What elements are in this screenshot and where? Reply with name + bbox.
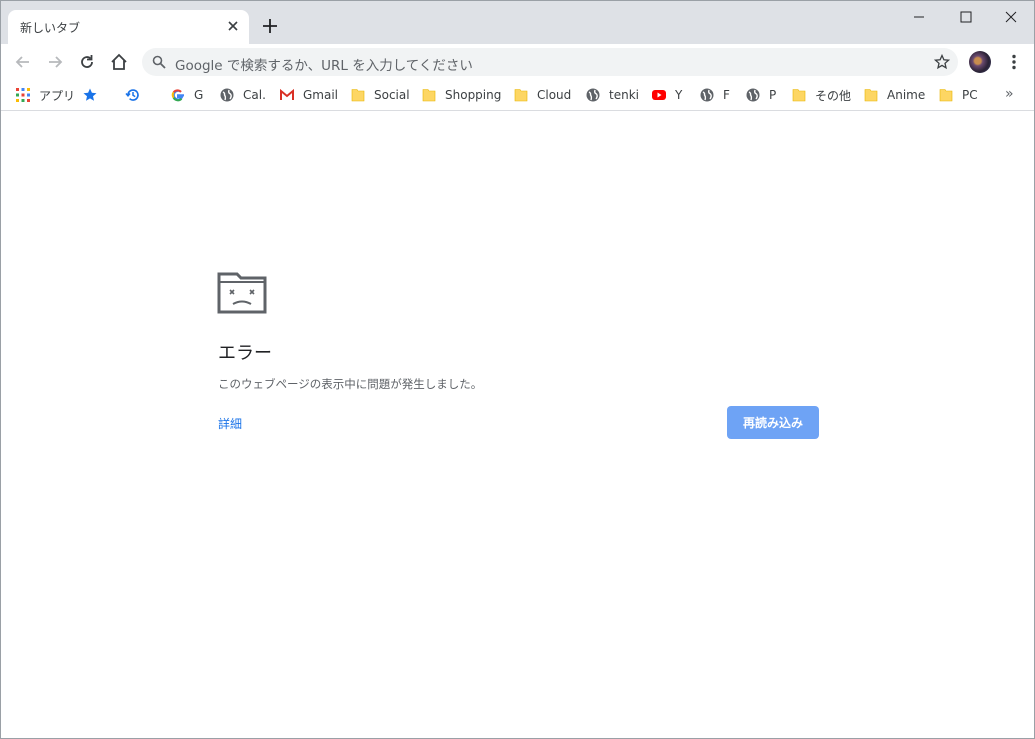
profile-avatar[interactable] xyxy=(969,51,991,73)
bookmark-label: その他 xyxy=(815,88,852,103)
tab-title: 新しいタブ xyxy=(20,21,81,35)
new-tab-icon[interactable] xyxy=(261,17,279,35)
minimize-icon[interactable] xyxy=(909,7,929,27)
youtube-icon xyxy=(652,90,666,100)
details-link[interactable]: 詳細 xyxy=(218,415,242,432)
browser-window: 新しいタブ Google で検索するか、URL を入力してください アプリ G … xyxy=(0,0,1035,739)
bookmark-apps[interactable]: アプリ xyxy=(15,86,75,104)
google-icon xyxy=(171,89,184,102)
globe-icon xyxy=(746,88,760,102)
bookmark-label: P xyxy=(769,88,777,102)
page-content: エラー このウェブページの表示中に問題が発生しました。 詳細 再読み込み xyxy=(1,112,1034,738)
bookmark-folder[interactable]: その他 xyxy=(791,86,851,104)
star-icon xyxy=(83,88,97,101)
globe-icon xyxy=(700,88,714,102)
bookmark-label: アプリ xyxy=(39,88,76,103)
bookmark-label: Anime xyxy=(887,88,926,102)
back-icon[interactable] xyxy=(13,52,33,72)
bookmark-folder[interactable]: Shopping xyxy=(421,86,501,104)
address-bar-placeholder: Google で検索するか、URL を入力してください xyxy=(175,58,473,74)
bookmark-star-icon[interactable] xyxy=(934,54,950,70)
bookmark-item[interactable]: Y xyxy=(651,86,682,104)
gmail-icon xyxy=(280,88,294,100)
folder-icon xyxy=(422,89,436,102)
bookmark-label: PC xyxy=(962,88,978,102)
bookmark-label: Y xyxy=(675,88,683,102)
sad-folder-icon xyxy=(217,272,267,314)
bookmark-item[interactable]: Cal. xyxy=(219,86,266,104)
tab-strip: 新しいタブ xyxy=(1,1,1034,44)
folder-icon xyxy=(351,89,365,102)
bookmark-label: Shopping xyxy=(445,88,502,102)
bookmarks-bar: アプリ G Cal. Gmail Social Shopping Cloud t… xyxy=(1,80,1034,111)
forward-icon[interactable] xyxy=(45,52,65,72)
bookmarks-overflow-chevron[interactable]: » xyxy=(1005,86,1014,102)
toolbar: Google で検索するか、URL を入力してください xyxy=(1,44,1034,80)
globe-icon xyxy=(220,88,234,102)
folder-icon xyxy=(939,89,953,102)
bookmark-item[interactable]: G xyxy=(170,86,203,104)
bookmark-label: tenki xyxy=(609,88,639,102)
folder-icon xyxy=(792,89,806,102)
error-title: エラー xyxy=(218,343,272,364)
bookmark-label: Cloud xyxy=(537,88,572,102)
bookmark-history[interactable] xyxy=(125,86,141,104)
folder-icon xyxy=(514,89,528,102)
bookmark-folder[interactable]: Cloud xyxy=(513,86,571,104)
tab-new-tab[interactable]: 新しいタブ xyxy=(8,10,249,44)
close-tab-icon[interactable] xyxy=(225,18,241,34)
globe-icon xyxy=(586,88,600,102)
bookmark-item[interactable]: tenki xyxy=(585,86,639,104)
maximize-icon[interactable] xyxy=(956,7,976,27)
bookmark-label: F xyxy=(723,88,730,102)
reload-button[interactable]: 再読み込み xyxy=(727,406,819,439)
search-icon xyxy=(152,55,166,69)
bookmark-item[interactable]: F xyxy=(699,86,730,104)
bookmark-item[interactable]: Gmail xyxy=(279,86,338,104)
address-bar[interactable]: Google で検索するか、URL を入力してください xyxy=(142,48,958,76)
error-description: このウェブページの表示中に問題が発生しました。 xyxy=(218,377,483,391)
bookmark-star[interactable] xyxy=(82,86,98,104)
bookmark-label: G xyxy=(194,88,204,102)
apps-grid-icon xyxy=(16,88,30,102)
bookmark-item[interactable]: P xyxy=(745,86,776,104)
menu-dots-icon[interactable] xyxy=(1004,52,1024,72)
bookmark-label: Social xyxy=(374,88,410,102)
bookmark-label: Cal. xyxy=(243,88,266,102)
folder-icon xyxy=(864,89,878,102)
history-icon xyxy=(125,89,139,101)
home-icon[interactable] xyxy=(109,52,129,72)
bookmark-folder[interactable]: Social xyxy=(350,86,410,104)
bookmark-folder[interactable]: PC xyxy=(938,86,978,104)
bookmark-folder[interactable]: Anime xyxy=(863,86,925,104)
bookmark-label: Gmail xyxy=(303,88,339,102)
reload-icon[interactable] xyxy=(77,52,97,72)
close-window-icon[interactable] xyxy=(1001,7,1021,27)
